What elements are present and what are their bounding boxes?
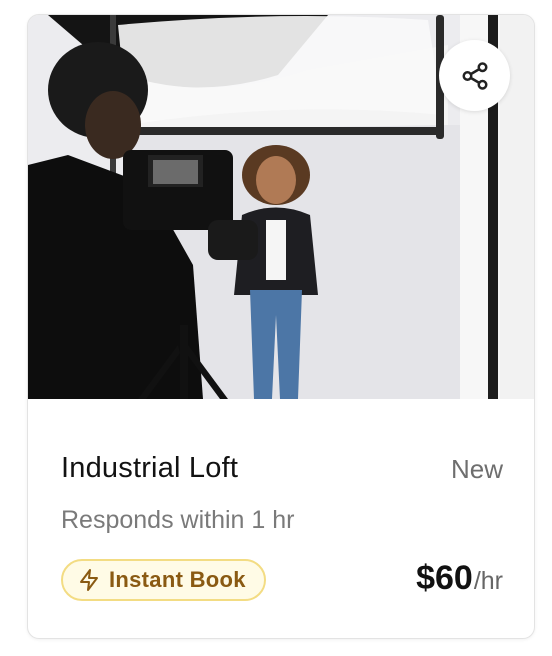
share-button[interactable]: [439, 40, 510, 111]
price: $60 /hr: [416, 559, 503, 598]
listing-photo[interactable]: [28, 15, 534, 399]
instant-book-label: Instant Book: [109, 567, 246, 592]
lightning-bolt-icon: [80, 569, 98, 591]
listing-card[interactable]: Industrial Loft New Responds within 1 hr…: [27, 14, 535, 639]
response-time: Responds within 1 hr: [61, 506, 295, 534]
listing-details: Industrial Loft New Responds within 1 hr…: [28, 399, 534, 638]
price-unit: /hr: [473, 567, 503, 595]
share-icon: [462, 61, 487, 90]
price-amount: $60: [416, 559, 473, 597]
listing-title[interactable]: Industrial Loft: [61, 452, 238, 485]
instant-book-badge: Instant Book: [61, 559, 266, 601]
status-label: New: [450, 454, 503, 484]
